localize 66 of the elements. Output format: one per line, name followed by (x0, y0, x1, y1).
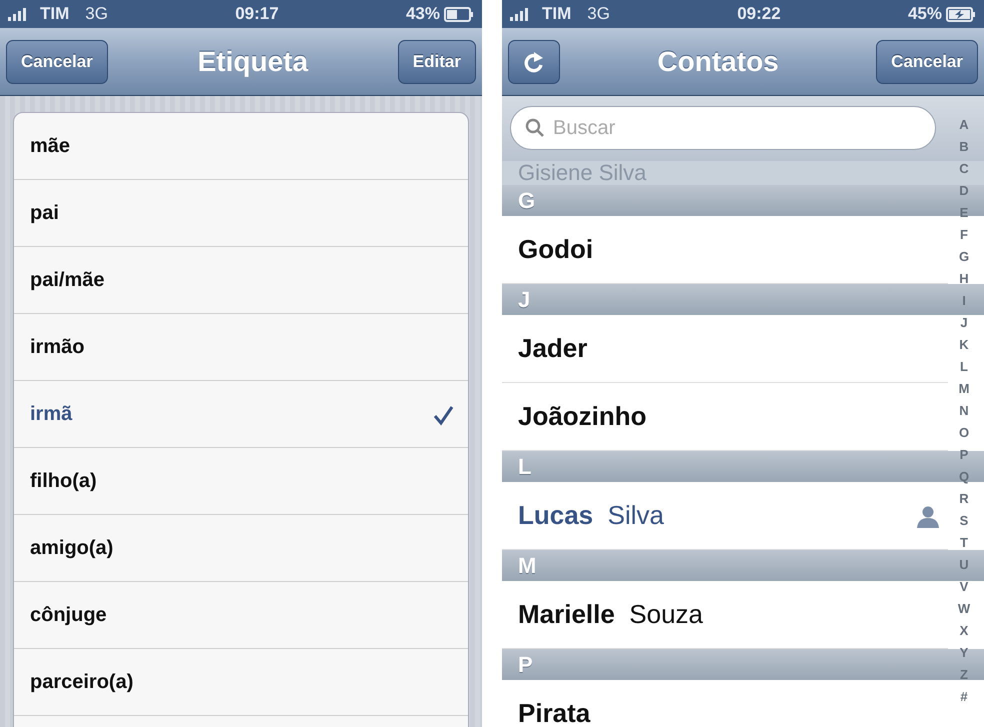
label-text: cônjuge (30, 603, 107, 628)
cancel-button[interactable]: Cancelar (6, 40, 108, 84)
index-letter[interactable]: # (960, 686, 968, 708)
index-letter[interactable]: V (960, 576, 968, 598)
label-text: filho(a) (30, 469, 97, 494)
index-letter[interactable]: T (960, 532, 968, 554)
contact-row[interactable]: Pirata (502, 680, 948, 727)
index-letter[interactable]: J (960, 312, 968, 334)
cancel-button[interactable]: Cancelar (876, 40, 978, 84)
index-letter[interactable]: R (959, 488, 969, 510)
carrier-name: TIM (40, 3, 70, 26)
index-letter[interactable]: X (960, 620, 968, 642)
label-text: amigo(a) (30, 536, 114, 561)
contact-name: Lucas Silva (518, 499, 665, 532)
search-icon (525, 118, 545, 138)
index-letter[interactable]: D (959, 180, 969, 202)
index-letter[interactable]: H (959, 268, 969, 290)
index-letter[interactable]: C (959, 158, 969, 180)
index-letter[interactable]: S (960, 510, 968, 532)
person-icon (916, 506, 940, 528)
battery-percentage: 45% (908, 3, 942, 26)
label-option[interactable]: mãe (14, 113, 468, 180)
contact-name: Godoi (518, 233, 594, 266)
index-letter[interactable]: K (959, 334, 969, 356)
label-text: irmão (30, 335, 84, 360)
checkmark-icon (432, 404, 454, 426)
index-letter[interactable]: Y (960, 642, 968, 664)
label-text: irmã (30, 402, 72, 427)
contact-name: Joãozinho (518, 400, 648, 433)
network-type: 3G (85, 3, 108, 26)
index-letter[interactable]: W (958, 598, 970, 620)
label-option[interactable]: parceiro(a) (14, 649, 468, 716)
index-letter[interactable]: M (958, 378, 970, 400)
label-option[interactable]: filho(a) (14, 448, 468, 515)
battery-percentage: 43% (406, 3, 440, 26)
network-type: 3G (587, 3, 610, 26)
screen-title: Etiqueta (198, 44, 308, 79)
label-text: mãe (30, 134, 70, 159)
refresh-button[interactable] (508, 40, 560, 84)
clock-time: 09:17 (235, 3, 279, 26)
label-option[interactable]: cônjuge (14, 582, 468, 649)
index-letter[interactable]: G (958, 246, 970, 268)
contact-row[interactable]: Jader (502, 315, 948, 383)
index-letter[interactable]: P (960, 444, 968, 466)
contact-name: Jader (518, 332, 588, 365)
screen-title: Contatos (657, 44, 779, 78)
label-option[interactable]: pai/mãe (14, 247, 468, 314)
label-text: pai (30, 201, 59, 226)
label-option[interactable]: irmã (14, 381, 468, 448)
label-option[interactable]: pai (14, 180, 468, 247)
clock-time: 09:22 (737, 3, 781, 26)
label-text: parceiro(a) (30, 670, 134, 695)
index-letter[interactable]: N (959, 400, 969, 422)
index-letter[interactable]: O (958, 422, 970, 444)
contact-name: Pirata (518, 697, 592, 727)
label-option[interactable]: irmão (14, 314, 468, 381)
label-option[interactable]: amigo(a) (14, 515, 468, 582)
index-letter[interactable]: B (959, 136, 969, 158)
label-text: pai/mãe (30, 268, 104, 293)
refresh-icon (523, 50, 545, 74)
edit-button[interactable]: Editar (398, 40, 476, 84)
index-letter[interactable]: A (959, 114, 969, 136)
index-letter[interactable]: L (960, 356, 968, 378)
index-letter[interactable]: F (960, 224, 968, 246)
contact-name: Marielle Souza (518, 598, 704, 631)
carrier-name: TIM (542, 3, 572, 26)
